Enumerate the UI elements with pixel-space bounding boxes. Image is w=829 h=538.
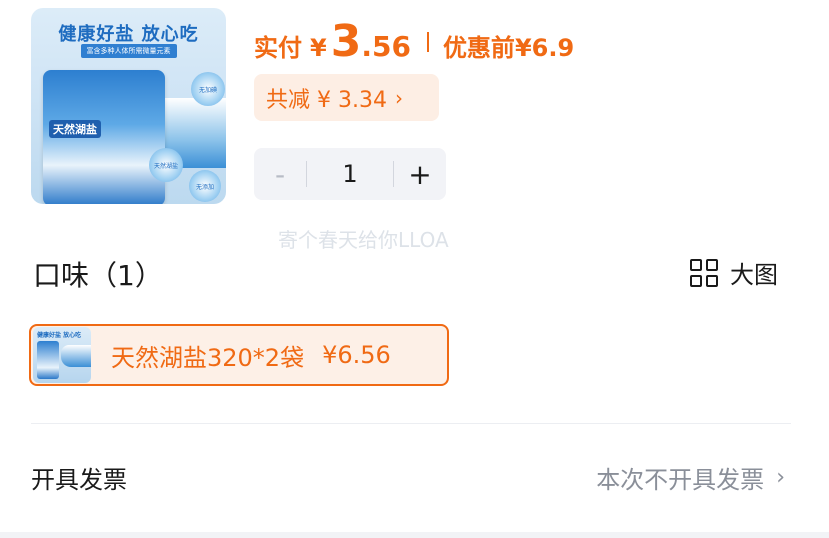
thumbnail-bag-graphic — [37, 341, 59, 379]
chevron-right-icon: › — [394, 85, 403, 110]
product-image-headline: 健康好盐 放心吃 — [58, 24, 199, 45]
invoice-option-button[interactable]: 本次不开具发票 › — [596, 460, 785, 495]
thumbnail-lake-graphic — [61, 345, 91, 367]
flavor-section-title: 口味（1） — [33, 259, 163, 292]
order-sheet: 健康好盐 放心吃 富含多种人体所需微量元素 天然湖盐 无加碘 天然湖盐 无添加 … — [0, 0, 829, 538]
before-discount-label: 优惠前 — [442, 34, 515, 62]
actual-price-decimal: .56 — [361, 30, 411, 63]
flavor-option-selected[interactable]: 健康好盐 放心吃 天然湖盐320*2袋 ¥6.56 — [29, 324, 449, 386]
currency-symbol: ¥ — [310, 34, 327, 62]
salt-bag-label: 天然湖盐 — [49, 120, 101, 138]
grid-icon — [690, 258, 718, 287]
actual-price-integer: 3 — [330, 16, 362, 67]
big-image-toggle[interactable]: 大图 — [690, 255, 778, 290]
flavor-option-thumbnail: 健康好盐 放心吃 — [33, 327, 91, 383]
price-divider — [426, 32, 429, 52]
actual-pay-label: 实付 — [254, 34, 302, 62]
product-image[interactable]: 健康好盐 放心吃 富含多种人体所需微量元素 天然湖盐 无加碘 天然湖盐 无添加 — [31, 8, 226, 204]
bottom-spacer — [0, 532, 829, 538]
section-divider — [31, 423, 791, 424]
before-discount-price: ¥6.9 — [514, 34, 575, 62]
increase-button[interactable]: + — [394, 148, 446, 200]
flavor-option-price: ¥6.56 — [322, 341, 391, 369]
badge-no-iodine: 无加碘 — [191, 72, 225, 106]
badge-natural: 天然湖盐 — [149, 148, 183, 182]
watermark: 寄个春天给你LLOA — [278, 228, 449, 252]
invoice-option-value: 本次不开具发票 — [596, 466, 765, 494]
total-discount-button[interactable]: 共减 ¥ 3.34 › — [254, 74, 439, 121]
big-image-label: 大图 — [730, 261, 778, 289]
price-row: 实付 ¥ 3 .56 优惠前 ¥6.9 — [254, 20, 574, 64]
thumbnail-headline: 健康好盐 放心吃 — [37, 332, 82, 339]
invoice-label: 开具发票 — [31, 466, 127, 494]
decrease-button[interactable]: - — [254, 148, 306, 200]
chevron-right-icon: › — [776, 465, 785, 490]
badge-no-additive: 无添加 — [189, 170, 221, 202]
product-image-subline: 富含多种人体所需微量元素 — [80, 44, 177, 58]
quantity-value[interactable]: 1 — [307, 160, 393, 188]
flavor-option-name: 天然湖盐320*2袋 — [111, 343, 305, 372]
total-discount-text: 共减 ¥ 3.34 — [266, 87, 387, 113]
quantity-stepper: - 1 + — [254, 148, 446, 200]
